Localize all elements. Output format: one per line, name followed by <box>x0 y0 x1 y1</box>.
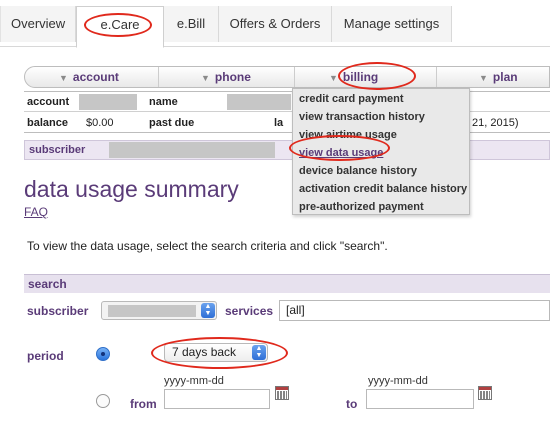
redacted-name <box>227 94 291 110</box>
subnav-phone[interactable]: ▼ phone <box>159 67 295 87</box>
calendar-icon[interactable] <box>275 386 289 400</box>
menu-item-activation-credit-balance-history[interactable]: activation credit balance history <box>293 180 469 198</box>
date-range-radio[interactable] <box>96 394 110 408</box>
data-usage-annotation-circle <box>289 135 390 161</box>
period-label: period <box>27 349 64 363</box>
truncated-date: 21, 2015) <box>472 117 519 129</box>
subscriber-strip-label: subscriber <box>29 144 86 156</box>
subnav-account[interactable]: ▼ account <box>25 67 159 87</box>
services-label: services <box>225 304 274 318</box>
chevron-down-icon: ▼ <box>329 73 338 83</box>
billing-annotation-circle <box>338 62 416 90</box>
chevron-down-icon: ▼ <box>479 73 488 83</box>
tab-manage-settings[interactable]: Manage settings <box>332 6 452 42</box>
account-info-table: account name balance $0.00 past due la 2… <box>24 91 550 133</box>
subnav-phone-label: phone <box>214 70 251 84</box>
tab-overview[interactable]: Overview <box>0 6 76 42</box>
redacted-account-number <box>79 94 137 110</box>
calendar-icon[interactable] <box>478 386 492 400</box>
from-label: from <box>130 397 157 411</box>
subscriber-select[interactable]: ▲ ▼ <box>101 301 217 320</box>
from-date-input[interactable] <box>164 389 270 409</box>
subnav-account-label: account <box>72 70 119 84</box>
to-date-format-hint: yyyy-mm-dd <box>368 375 428 387</box>
top-navigation: Overview e.Care e.Bill Offers & Orders M… <box>0 0 550 48</box>
subnav-plan-label: plan <box>492 70 518 84</box>
balance-info-row: balance $0.00 past due la 21, 2015) <box>24 113 550 133</box>
balance-label: balance <box>27 117 68 129</box>
balance-value: $0.00 <box>86 117 114 129</box>
chevron-down-icon: ▼ <box>59 73 68 83</box>
period-preset-radio[interactable] <box>96 347 110 361</box>
subnav-plan[interactable]: ▼ plan <box>437 67 550 87</box>
redacted-subscriber-value <box>108 305 196 317</box>
name-label: name <box>149 96 178 108</box>
sub-navigation: ▼ account ▼ phone ▼ billing ▼ plan <box>24 66 550 88</box>
account-info-row: account name <box>24 92 550 112</box>
select-arrows-icon: ▲ ▼ <box>201 303 215 318</box>
menu-item-credit-card-payment[interactable]: credit card payment <box>293 90 469 108</box>
from-date-format-hint: yyyy-mm-dd <box>164 375 224 387</box>
subscriber-strip: subscriber <box>24 140 550 160</box>
page-title: data usage summary <box>24 176 239 202</box>
search-section-header: search <box>24 274 550 293</box>
menu-item-pre-authorized-payment[interactable]: pre-authorized payment <box>293 198 469 216</box>
chevron-down-icon: ▼ <box>201 73 210 83</box>
menu-item-device-balance-history[interactable]: device balance history <box>293 162 469 180</box>
ecare-annotation-circle <box>84 13 152 37</box>
to-date-input[interactable] <box>366 389 474 409</box>
faq-link[interactable]: FAQ <box>24 205 48 219</box>
menu-item-view-transaction-history[interactable]: view transaction history <box>293 108 469 126</box>
services-field[interactable]: [all] <box>279 300 550 321</box>
subscriber-label: subscriber <box>27 304 89 318</box>
instructions-text: To view the data usage, select the searc… <box>27 239 388 253</box>
past-due-label: past due <box>149 117 195 129</box>
redacted-subscriber <box>109 142 275 158</box>
tab-offers-orders[interactable]: Offers & Orders <box>219 6 332 42</box>
truncated-label: la <box>274 117 284 129</box>
account-label: account <box>27 96 70 108</box>
tab-ebill[interactable]: e.Bill <box>164 6 219 42</box>
period-annotation-circle <box>151 337 288 369</box>
to-label: to <box>346 397 358 411</box>
